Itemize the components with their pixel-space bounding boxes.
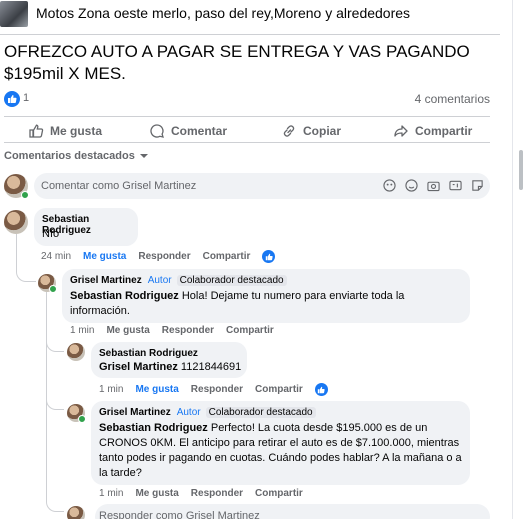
comment-time[interactable]: 24 min — [41, 251, 71, 262]
emoji-icon[interactable] — [404, 178, 418, 192]
page-edge — [512, 0, 523, 519]
comment-like-button[interactable]: Me gusta — [106, 325, 149, 336]
comment-text: Sebastian Rodriguez Hola! Dejame tu nume… — [70, 290, 405, 317]
author-badge: Autor — [176, 407, 201, 418]
group-header: Motos Zona oeste merlo, paso del rey,Mor… — [0, 0, 523, 28]
copy-button[interactable]: Copiar — [281, 123, 341, 139]
comment-input-placeholder: Comentar como Grisel Martinez — [41, 180, 197, 192]
comment-like-button[interactable]: Me gusta — [135, 488, 178, 499]
comment-like-button[interactable]: Me gusta — [135, 384, 178, 395]
share-button[interactable]: Compartir — [393, 123, 472, 139]
thread-line — [46, 292, 47, 502]
reaction-count[interactable]: 1 — [23, 92, 29, 104]
comment-text: Nfo — [42, 228, 60, 240]
reply-input-placeholder: Responder como Grisel Martinez — [99, 510, 260, 519]
comment-actions: 24 min Me gusta Responder Compartir — [41, 250, 276, 263]
comment-reply-button[interactable]: Responder — [162, 325, 214, 336]
commenter-avatar[interactable] — [67, 343, 85, 361]
thread-connector — [16, 262, 36, 282]
comment-bubble: Sebastian Rodriguez Grisel Martinez 1121… — [91, 342, 247, 378]
like-reaction-icon[interactable] — [314, 383, 328, 396]
comment-icon — [150, 124, 164, 138]
group-name[interactable]: Motos Zona oeste merlo, paso del rey,Mor… — [36, 5, 410, 21]
comment-reply-button[interactable]: Responder — [138, 251, 190, 262]
comment-bubble: Grisel Martinez Autor Colaborador destac… — [62, 269, 470, 323]
comment-author[interactable]: Grisel Martinez — [70, 275, 142, 286]
avatar-sticker-icon[interactable] — [382, 178, 396, 192]
comment-mention[interactable]: Sebastian Rodriguez — [99, 422, 208, 434]
comment-share-button[interactable]: Compartir — [255, 488, 303, 499]
gif-icon[interactable] — [448, 178, 462, 192]
comment-text: Grisel Martinez 1121844691 — [99, 361, 242, 373]
comments-count[interactable]: 4 comentarios — [415, 92, 490, 106]
comment-mention[interactable]: Grisel Martinez — [99, 361, 178, 373]
post-action-bar: Me gusta Comentar Copiar Compartir — [4, 116, 490, 143]
online-status-dot — [21, 191, 29, 199]
comment-text: Sebastian Rodriguez Perfecto! La cuota d… — [99, 422, 462, 479]
comment-actions: 1 min Me gusta Responder Compartir — [99, 488, 315, 499]
comment-header: Grisel Martinez Autor Colaborador destac… — [70, 275, 287, 286]
comment-bubble: Grisel Martinez Autor Colaborador destac… — [91, 401, 470, 485]
like-button[interactable]: Me gusta — [28, 123, 102, 139]
group-avatar[interactable] — [0, 1, 28, 27]
comment-like-button[interactable]: Me gusta — [83, 251, 126, 262]
online-status-dot — [49, 285, 57, 293]
comment-reply-button[interactable]: Responder — [191, 488, 243, 499]
commenter-avatar[interactable] — [4, 210, 28, 234]
comment-author[interactable]: Grisel Martinez — [99, 407, 171, 418]
top-contributor-badge: Colaborador destacado — [205, 407, 316, 418]
comment-time[interactable]: 1 min — [99, 384, 123, 395]
header-divider — [0, 34, 500, 35]
camera-icon[interactable] — [426, 178, 440, 192]
chevron-down-icon — [139, 154, 148, 158]
share-icon — [394, 125, 408, 137]
comment-button[interactable]: Comentar — [149, 123, 227, 139]
post-text: OFREZCO AUTO A PAGAR SE ENTREGA Y VAS PA… — [4, 42, 470, 83]
comments-filter-dropdown[interactable]: Comentarios destacados — [4, 150, 149, 162]
comment-mention[interactable]: Sebastian Rodriguez — [70, 290, 179, 302]
top-contributor-badge: Colaborador destacado — [176, 275, 287, 286]
comment-actions: 1 min Me gusta Responder Compartir — [70, 325, 286, 336]
author-badge: Autor — [147, 275, 172, 286]
like-reaction-icon[interactable] — [262, 250, 276, 263]
thread-connector — [46, 500, 64, 512]
user-avatar[interactable] — [67, 506, 85, 519]
comment-time[interactable]: 1 min — [70, 325, 94, 336]
composer-tools — [382, 178, 484, 192]
comment-share-button[interactable]: Compartir — [255, 384, 303, 395]
comment-header: Grisel Martinez Autor Colaborador destac… — [99, 407, 316, 418]
thread-connector — [46, 398, 64, 410]
sticker-icon[interactable] — [470, 178, 484, 192]
comment-share-button[interactable]: Compartir — [226, 325, 274, 336]
comment-actions: 1 min Me gusta Responder Compartir — [99, 383, 328, 396]
comment-bubble: Sebastian Rodriguez Nfo — [34, 208, 138, 246]
like-reaction-icon[interactable] — [4, 91, 20, 107]
online-status-dot — [78, 415, 86, 423]
commenter-avatar[interactable] — [67, 404, 86, 423]
commenter-avatar[interactable] — [38, 274, 57, 293]
thumbs-up-icon — [29, 124, 44, 138]
comment-reply-button[interactable]: Responder — [191, 384, 243, 395]
thread-connector — [46, 340, 64, 352]
comment-share-button[interactable]: Compartir — [203, 251, 251, 262]
scrollbar[interactable] — [519, 150, 523, 190]
comment-time[interactable]: 1 min — [99, 488, 123, 499]
comment-author[interactable]: Sebastian Rodriguez — [99, 348, 198, 359]
link-icon — [283, 125, 295, 137]
user-avatar[interactable] — [4, 174, 29, 199]
